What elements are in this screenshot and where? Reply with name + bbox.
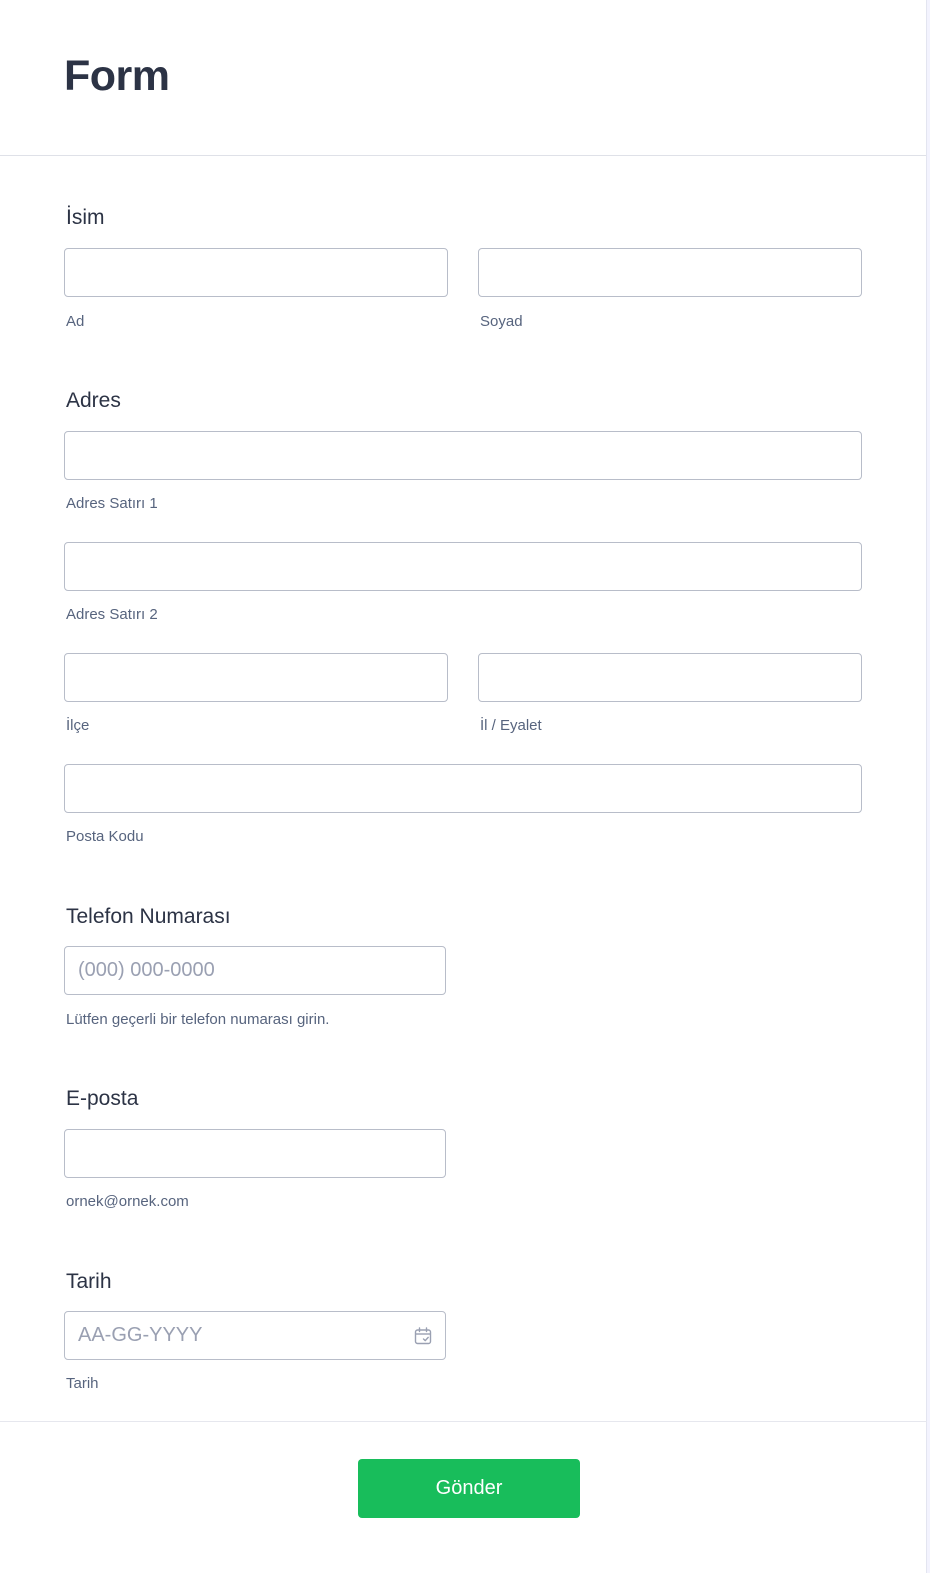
- first-name-sublabel: Ad: [66, 313, 85, 330]
- form-header: Form: [0, 0, 926, 156]
- email-sublabel: ornek@ornek.com: [66, 1193, 189, 1210]
- district-input[interactable]: [64, 653, 448, 702]
- phone-label: Telefon Numarası: [66, 905, 231, 928]
- date-label: Tarih: [66, 1270, 112, 1293]
- state-input[interactable]: [478, 653, 862, 702]
- postal-code-input[interactable]: [64, 764, 862, 813]
- date-input[interactable]: [64, 1311, 446, 1360]
- calendar-icon[interactable]: [414, 1327, 432, 1345]
- postal-code-sublabel: Posta Kodu: [66, 828, 144, 845]
- submit-button[interactable]: Gönder: [358, 1459, 580, 1518]
- phone-sublabel: Lütfen geçerli bir telefon numarası giri…: [66, 1011, 330, 1028]
- last-name-input[interactable]: [478, 248, 862, 297]
- name-label: İsim: [66, 206, 105, 229]
- form-card: Form İsim Ad Soyad Adres Adres Satırı 1 …: [0, 0, 927, 1573]
- address-label: Adres: [66, 389, 121, 412]
- last-name-sublabel: Soyad: [480, 313, 523, 330]
- address-line1-sublabel: Adres Satırı 1: [66, 495, 158, 512]
- date-sublabel: Tarih: [66, 1375, 99, 1392]
- email-input[interactable]: [64, 1129, 446, 1178]
- form-title: Form: [64, 52, 170, 100]
- address-line1-input[interactable]: [64, 431, 862, 480]
- address-line2-input[interactable]: [64, 542, 862, 591]
- footer-divider: [0, 1421, 927, 1422]
- state-sublabel: İl / Eyalet: [480, 717, 542, 734]
- email-label: E-posta: [66, 1087, 139, 1110]
- district-sublabel: İlçe: [66, 717, 90, 734]
- phone-input[interactable]: [64, 946, 446, 995]
- first-name-input[interactable]: [64, 248, 448, 297]
- address-line2-sublabel: Adres Satırı 2: [66, 606, 158, 623]
